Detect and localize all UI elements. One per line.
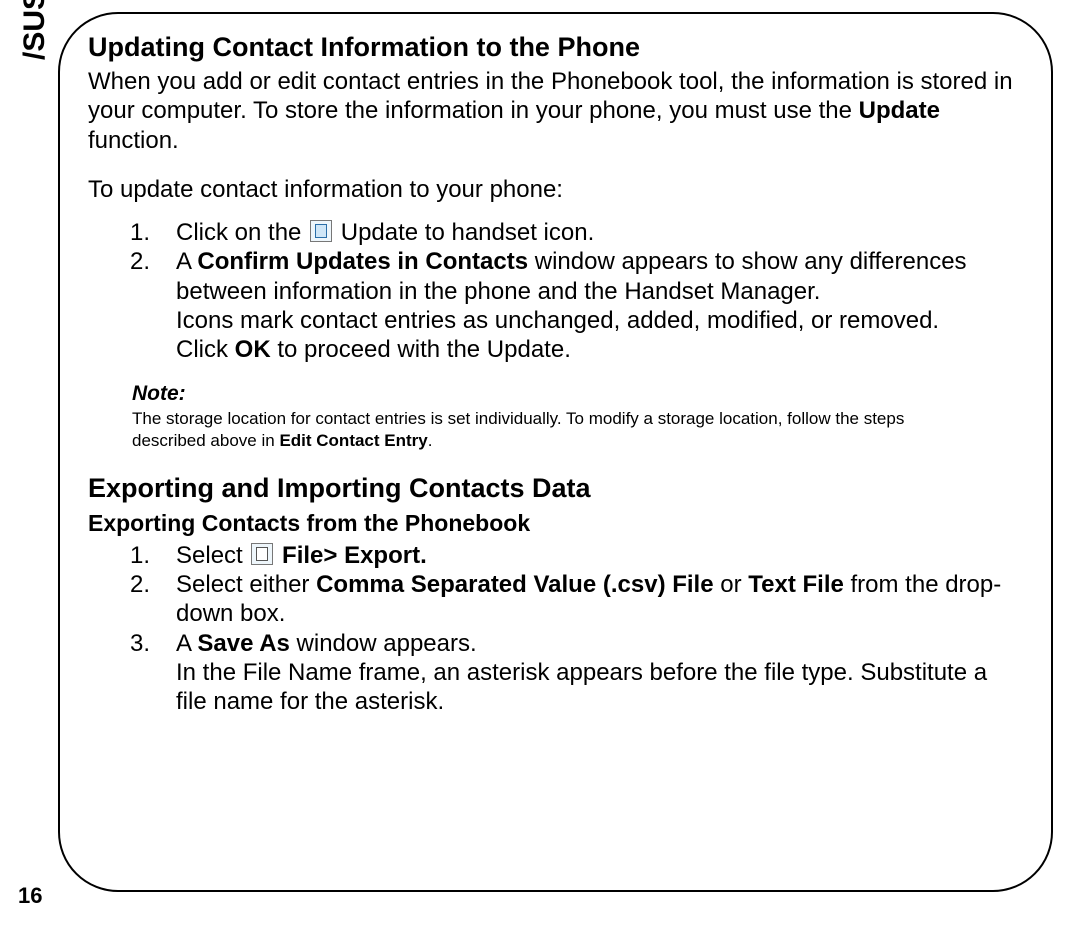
section1-intro: When you add or edit contact entries in …	[88, 67, 1027, 155]
list-item: 1. Select File> Export.	[88, 541, 1027, 570]
text-post: Update to handset icon.	[334, 219, 594, 246]
item-body: Select either Comma Separated Value (.cs…	[176, 570, 1027, 629]
page-number: 16	[18, 883, 42, 909]
list-item: 2. Select either Comma Separated Value (…	[88, 570, 1027, 629]
l1-bold: Confirm Updates in Contacts	[197, 248, 528, 275]
section2-list: 1. Select File> Export. 2. Select either…	[88, 541, 1027, 717]
item-body: Click on the Update to handset icon.	[176, 218, 1027, 247]
section2-subheading: Exporting Contacts from the Phonebook	[88, 510, 1027, 537]
item2-line3: Click OK to proceed with the Update.	[176, 335, 1023, 364]
item2-line2: Icons mark contact entries as unchanged,…	[176, 306, 1023, 335]
text-pre: Select	[176, 542, 249, 569]
l3-post: to proceed with the Update.	[271, 336, 571, 363]
content-frame: Updating Contact Information to the Phon…	[58, 12, 1053, 892]
handset-icon	[310, 220, 332, 242]
item-number: 3.	[88, 629, 176, 717]
item-number: 2.	[88, 247, 176, 364]
note-post: .	[428, 431, 433, 450]
item-body: A Confirm Updates in Contacts window app…	[176, 247, 1027, 364]
file-icon	[251, 543, 273, 565]
brand-text: /SUS	[18, 0, 51, 60]
l1-pre: A	[176, 248, 197, 275]
l3-bold: OK	[235, 336, 271, 363]
note-label: Note:	[132, 382, 1027, 406]
text-pre: Click on the	[176, 219, 308, 246]
text-bold2: Text File	[748, 571, 844, 598]
intro-bold: Update	[859, 97, 940, 124]
item-number: 2.	[88, 570, 176, 629]
l1-bold: Save As	[197, 630, 290, 657]
note-pre: The storage location for contact entries…	[132, 409, 904, 449]
section1-heading: Updating Contact Information to the Phon…	[88, 32, 1027, 63]
item-number: 1.	[88, 541, 176, 570]
text-bold: File> Export.	[275, 542, 426, 569]
section1-list: 1. Click on the Update to handset icon. …	[88, 218, 1027, 364]
note-block: Note: The storage location for contact e…	[132, 382, 1027, 451]
item2-line1: A Confirm Updates in Contacts window app…	[176, 247, 1023, 306]
text-bold1: Comma Separated Value (.csv) File	[316, 571, 714, 598]
l3-pre: Click	[176, 336, 235, 363]
text-mid: or	[714, 571, 749, 598]
brand-logo: /SUS®	[18, 0, 52, 60]
list-item: 3. A Save As window appears. In the File…	[88, 629, 1027, 717]
item3-line2: In the File Name frame, an asterisk appe…	[176, 658, 1023, 717]
intro-post: function.	[88, 127, 179, 154]
note-bold: Edit Contact Entry	[279, 431, 427, 450]
l1-pre: A	[176, 630, 197, 657]
document-page: /SUS® Updating Contact Information to th…	[0, 0, 1080, 929]
item-body: Select File> Export.	[176, 541, 1027, 570]
note-text: The storage location for contact entries…	[132, 408, 972, 451]
text-pre: Select either	[176, 571, 316, 598]
list-item: 1. Click on the Update to handset icon.	[88, 218, 1027, 247]
section1-lead: To update contact information to your ph…	[88, 175, 1027, 204]
item-body: A Save As window appears. In the File Na…	[176, 629, 1027, 717]
item-number: 1.	[88, 218, 176, 247]
section2-heading: Exporting and Importing Contacts Data	[88, 473, 1027, 504]
l1-post: window appears.	[290, 630, 477, 657]
item3-line1: A Save As window appears.	[176, 629, 1023, 658]
list-item: 2. A Confirm Updates in Contacts window …	[88, 247, 1027, 364]
